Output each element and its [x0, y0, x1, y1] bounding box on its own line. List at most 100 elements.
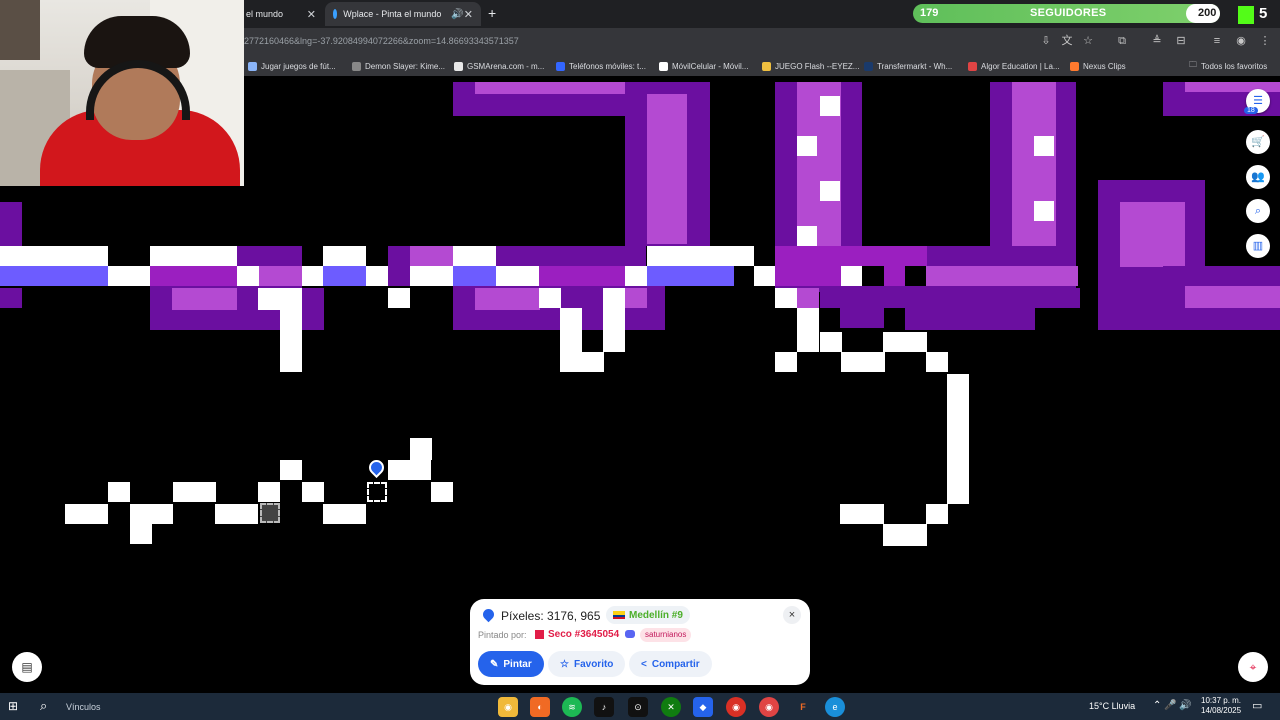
- canvas-toggle-icon[interactable]: ▤: [12, 652, 42, 682]
- bookmark-item[interactable]: Demon Slayer: Kime...: [352, 60, 445, 72]
- translate-icon[interactable]: 文: [1060, 34, 1074, 48]
- pixel-block[interactable]: [1034, 136, 1054, 156]
- pixel-block[interactable]: [647, 266, 734, 286]
- pixel-block[interactable]: [883, 332, 927, 352]
- pixel-block[interactable]: [1120, 202, 1185, 267]
- pixel-block[interactable]: [0, 202, 22, 246]
- pixel-block[interactable]: [410, 438, 432, 460]
- tab-search-icon[interactable]: ⊟: [1174, 34, 1188, 48]
- pixel-block[interactable]: [302, 482, 324, 502]
- pixel-block[interactable]: [775, 352, 797, 372]
- install-app-icon[interactable]: ⇩: [1039, 34, 1053, 48]
- pixel-block[interactable]: [841, 266, 863, 286]
- pixel-block[interactable]: [647, 246, 754, 266]
- pixel-block[interactable]: [560, 308, 582, 372]
- pixel-block[interactable]: [388, 288, 410, 308]
- pixel-block[interactable]: [1034, 201, 1054, 221]
- locate-me-icon[interactable]: ⌖: [1238, 652, 1268, 682]
- pixel-block[interactable]: [280, 460, 302, 480]
- pixel-block[interactable]: [258, 266, 302, 286]
- pixel-block[interactable]: [108, 482, 130, 502]
- pixel-block[interactable]: [453, 246, 496, 266]
- pixel-block[interactable]: [496, 246, 646, 266]
- pixel-block[interactable]: [539, 266, 625, 286]
- pixel-block[interactable]: [840, 308, 884, 328]
- bookmark-item[interactable]: Teléfonos móviles: t...: [556, 60, 646, 72]
- pixel-block[interactable]: [905, 266, 927, 286]
- chrome-icon[interactable]: ◉: [498, 697, 518, 717]
- origin-icon[interactable]: ◐: [530, 697, 550, 717]
- pixel-block[interactable]: [237, 246, 302, 266]
- pixel-block[interactable]: [323, 266, 366, 286]
- xbox-icon[interactable]: ✕: [661, 697, 681, 717]
- pixel-block[interactable]: [475, 82, 645, 94]
- downloads-icon[interactable]: ≜: [1150, 34, 1164, 48]
- close-tab-icon[interactable]: ✕: [307, 8, 316, 21]
- painter-info[interactable]: Seco #3645054: [535, 629, 619, 640]
- pixel-block[interactable]: [754, 266, 776, 286]
- chrome2-icon[interactable]: ◉: [726, 697, 746, 717]
- close-tab-icon[interactable]: ✕: [464, 8, 473, 21]
- pixel-block[interactable]: [496, 266, 539, 286]
- pixel-block[interactable]: [625, 288, 647, 308]
- pixel-block[interactable]: [410, 266, 453, 286]
- pixel-block[interactable]: [215, 504, 258, 524]
- pixel-block[interactable]: [947, 374, 969, 504]
- pixel-block[interactable]: [0, 246, 108, 266]
- bookmark-item[interactable]: JUEGO Flash --EYEZ...: [762, 60, 859, 72]
- bookmark-item[interactable]: GSMArena.com - m...: [454, 60, 544, 72]
- pixel-block[interactable]: [775, 288, 797, 308]
- pixel-block[interactable]: [475, 288, 540, 310]
- chrome3-icon[interactable]: ◉: [759, 697, 779, 717]
- fl-icon[interactable]: F: [793, 697, 813, 717]
- pixel-block[interactable]: [905, 308, 1035, 330]
- bookmark-star-icon[interactable]: ☆: [1081, 34, 1095, 48]
- pixel-block[interactable]: [539, 288, 561, 308]
- favorite-button[interactable]: ☆ Favorito: [548, 651, 626, 677]
- bookmark-item[interactable]: MóvilCelular - Móvil...: [659, 60, 748, 72]
- pixel-block[interactable]: [0, 266, 108, 286]
- pixel-block[interactable]: [302, 288, 324, 330]
- search-icon[interactable]: ⌕: [40, 698, 47, 714]
- bookmark-item[interactable]: Jugar juegos de fút...: [248, 60, 336, 72]
- pixel-block[interactable]: [172, 288, 237, 310]
- share-button[interactable]: < Compartir: [629, 651, 712, 677]
- pixel-block[interactable]: [603, 288, 625, 352]
- pixel-block[interactable]: [820, 96, 840, 116]
- pixel-block[interactable]: [366, 266, 388, 286]
- tiktok-icon[interactable]: ♪: [594, 697, 614, 717]
- pixel-block[interactable]: [388, 246, 410, 286]
- pixel-block[interactable]: [280, 310, 302, 372]
- tab-el-mundo[interactable]: el mundo ✕: [246, 2, 324, 26]
- notifications-icon[interactable]: ▭: [1252, 699, 1262, 712]
- pixel-block[interactable]: [797, 308, 819, 352]
- speaker-icon[interactable]: 🔊: [451, 9, 463, 20]
- pixel-block[interactable]: [1185, 82, 1280, 92]
- windows-start-icon[interactable]: ⊞: [8, 699, 22, 713]
- pixel-block[interactable]: [797, 288, 819, 308]
- pixel-block[interactable]: [926, 504, 948, 524]
- spotify-icon[interactable]: ≋: [562, 697, 582, 717]
- pixel-block[interactable]: [840, 504, 884, 524]
- taskbar-search-label[interactable]: Vínculos: [66, 702, 101, 712]
- tab-wplace[interactable]: Wplace - Pinta el mundo 🔊 ✕: [325, 2, 481, 26]
- paint-button[interactable]: ✎ Pintar: [478, 651, 544, 677]
- pixel-block[interactable]: [302, 266, 324, 286]
- pixel-block[interactable]: [130, 504, 173, 524]
- leaderboard-icon[interactable]: ▥: [1246, 234, 1270, 258]
- pixel-block[interactable]: [820, 181, 840, 201]
- pixel-block[interactable]: [625, 266, 647, 286]
- pixel-block[interactable]: [841, 352, 885, 372]
- bookmark-item[interactable]: Nexus Clips: [1070, 60, 1126, 72]
- pixel-block[interactable]: [820, 332, 842, 352]
- pixel-block[interactable]: [258, 288, 302, 310]
- pixel-block[interactable]: [130, 524, 152, 544]
- pixel-block[interactable]: [926, 266, 1078, 286]
- pixel-block[interactable]: [820, 288, 1080, 308]
- clock[interactable]: 10:37 p. m. 14/08/2025: [1201, 696, 1241, 716]
- pixel-block[interactable]: [883, 524, 927, 546]
- pixel-block[interactable]: [862, 266, 884, 286]
- weather[interactable]: 15°C Lluvia: [1089, 701, 1135, 711]
- bookmark-item[interactable]: Transfermarkt - Wh...: [864, 60, 952, 72]
- pixel-block[interactable]: [582, 352, 604, 372]
